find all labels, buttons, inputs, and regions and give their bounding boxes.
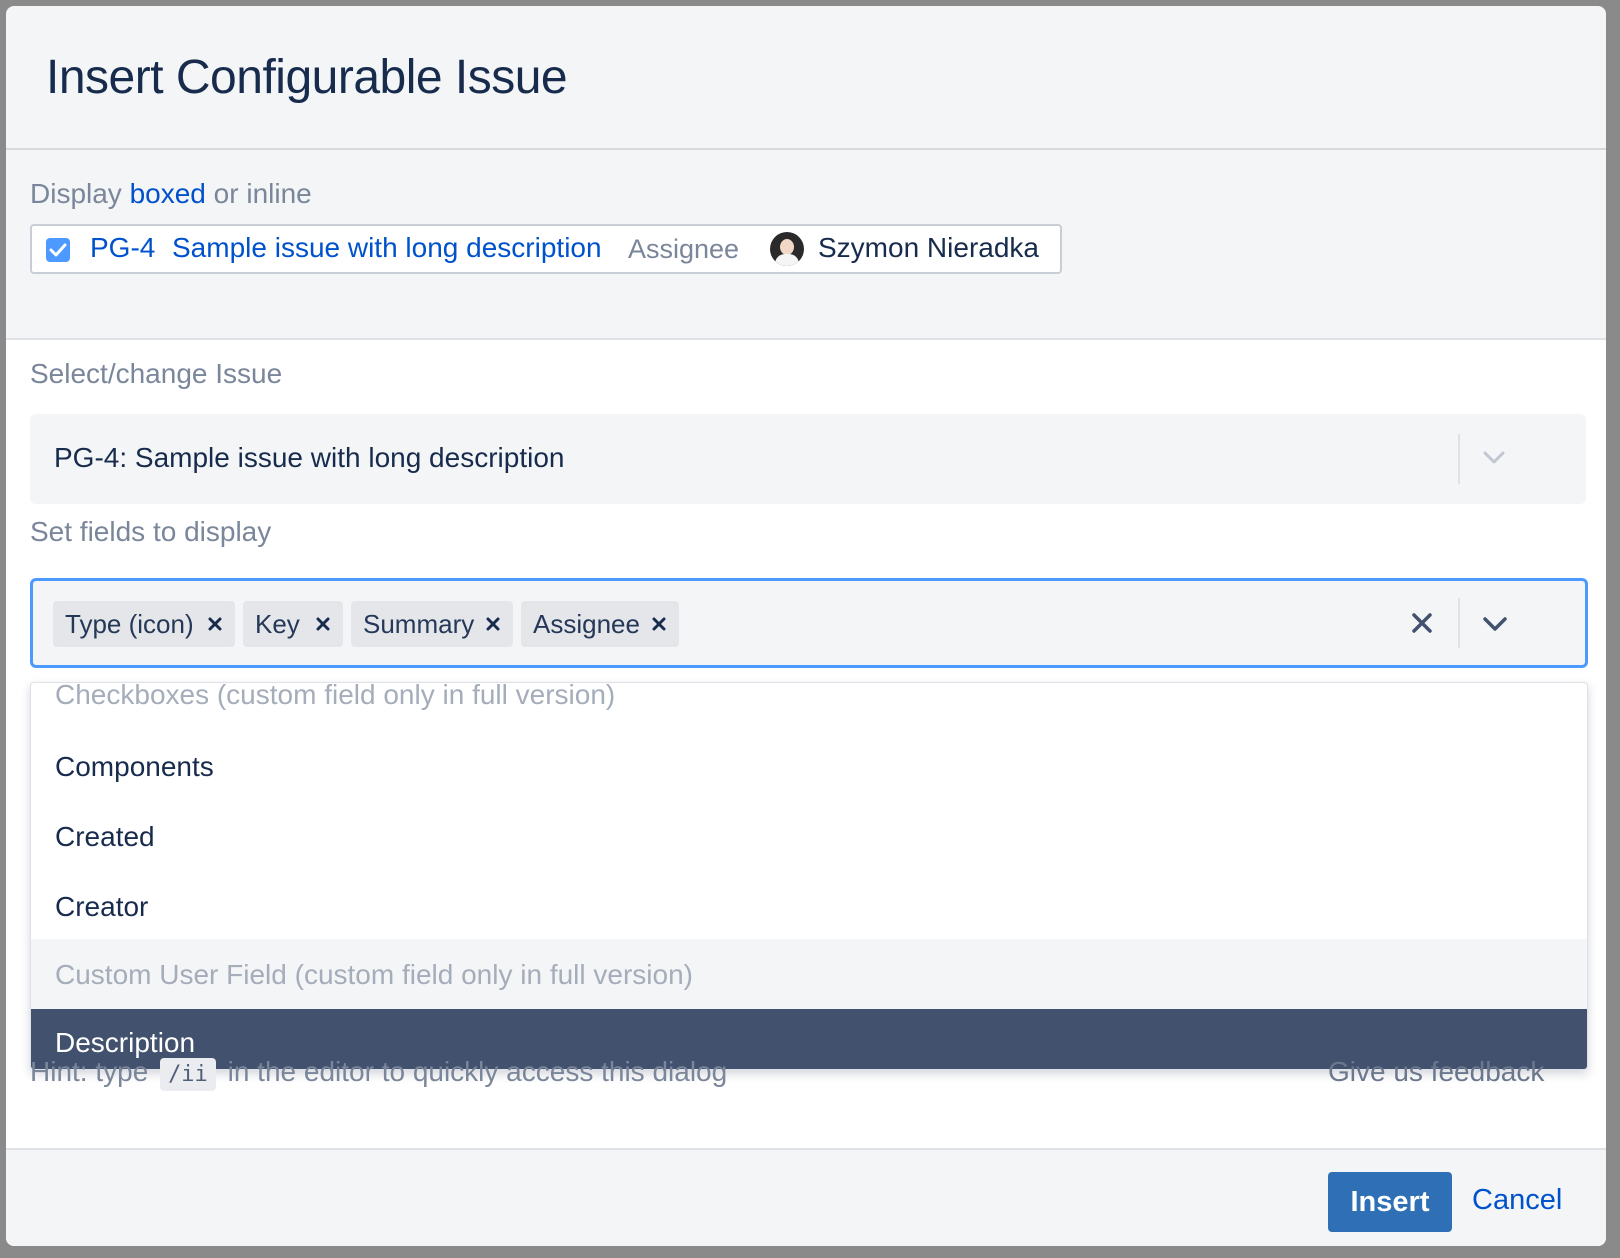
preview-issue-key[interactable]: PG-4 — [90, 232, 155, 264]
fields-select-label: Set fields to display — [30, 516, 272, 547]
preview-assignee-name: Szymon Nieradka — [818, 232, 1039, 263]
preview-issue-summary[interactable]: Sample issue with long description — [172, 232, 602, 264]
field-tag-summary: Summary — [351, 601, 513, 647]
issue-preview-box: PG-4 Sample issue with long description … — [30, 224, 1062, 274]
hint-before: Hint: type — [30, 1056, 149, 1087]
inline-option-link[interactable]: inline — [246, 178, 311, 209]
display-mode-label: Display boxed or inline — [30, 178, 312, 210]
field-tag-assignee: Assignee — [521, 601, 679, 647]
fields-select-separator — [1458, 598, 1460, 648]
remove-tag-icon[interactable] — [649, 614, 669, 634]
remove-tag-icon[interactable] — [313, 614, 333, 634]
issue-select-label: Select/change Issue — [30, 358, 283, 389]
dialog-title: Insert Configurable Issue — [46, 51, 568, 104]
assignee-avatar — [770, 232, 804, 266]
issue-select[interactable]: PG-4: Sample issue with long description — [30, 414, 1586, 504]
hint-code: /ii — [160, 1058, 216, 1091]
option-creator[interactable]: Creator — [31, 871, 1587, 943]
issue-select-separator — [1458, 434, 1460, 484]
fields-multiselect[interactable]: Type (icon) Key Summary Assignee — [30, 578, 1588, 668]
fields-dropdown-menu: Checkboxes (custom field only in full ve… — [30, 682, 1588, 1070]
remove-tag-icon[interactable] — [483, 614, 503, 634]
option-components[interactable]: Components — [31, 731, 1587, 803]
remove-tag-icon[interactable] — [205, 614, 225, 634]
option-label: Components — [55, 751, 214, 782]
option-created[interactable]: Created — [31, 801, 1587, 873]
preview-assignee-label: Assignee — [628, 234, 740, 264]
chevron-down-icon[interactable] — [1482, 615, 1508, 633]
option-label: Custom User Field (custom field only in … — [55, 959, 693, 990]
display-mode-or: or — [213, 178, 239, 209]
option-label: Created — [55, 821, 155, 852]
clear-all-icon[interactable] — [1409, 610, 1435, 636]
display-mode-prefix: Display — [30, 178, 122, 209]
dialog-header: Insert Configurable Issue — [6, 6, 1606, 150]
field-tag-label: Assignee — [533, 609, 640, 639]
option-checkboxes: Checkboxes (custom field only in full ve… — [31, 682, 1587, 731]
field-tag-key: Key — [243, 601, 343, 647]
field-tag-type-icon: Type (icon) — [53, 601, 235, 647]
option-label: Checkboxes (custom field only in full ve… — [55, 682, 616, 710]
dialog-footer: Insert Cancel — [6, 1148, 1606, 1246]
boxed-option-link[interactable]: boxed — [130, 178, 206, 209]
insert-button[interactable]: Insert — [1328, 1172, 1452, 1232]
option-label: Creator — [55, 891, 149, 922]
insert-issue-dialog: Insert Configurable Issue Display boxed … — [6, 6, 1606, 1246]
cancel-button[interactable]: Cancel — [1472, 1184, 1562, 1217]
hint-after: in the editor to quickly access this dia… — [227, 1056, 728, 1087]
option-custom-user-field: Custom User Field (custom field only in … — [31, 939, 1587, 1009]
field-tag-label: Key — [255, 609, 300, 639]
preview-section: Display boxed or inline PG-4 Sample issu… — [6, 150, 1606, 340]
hint-text: Hint: type /ii in the editor to quickly … — [30, 1056, 728, 1091]
field-tag-label: Type (icon) — [65, 609, 194, 639]
dialog-body: Select/change Issue PG-4: Sample issue w… — [6, 340, 1606, 1148]
option-label: Description — [55, 1027, 196, 1058]
issue-select-value: PG-4: Sample issue with long description — [54, 442, 565, 473]
chevron-down-icon[interactable] — [1482, 450, 1506, 466]
issue-type-checkbox-icon — [46, 238, 70, 262]
feedback-link[interactable]: Give us feedback — [1328, 1056, 1544, 1088]
field-tag-label: Summary — [363, 609, 475, 639]
